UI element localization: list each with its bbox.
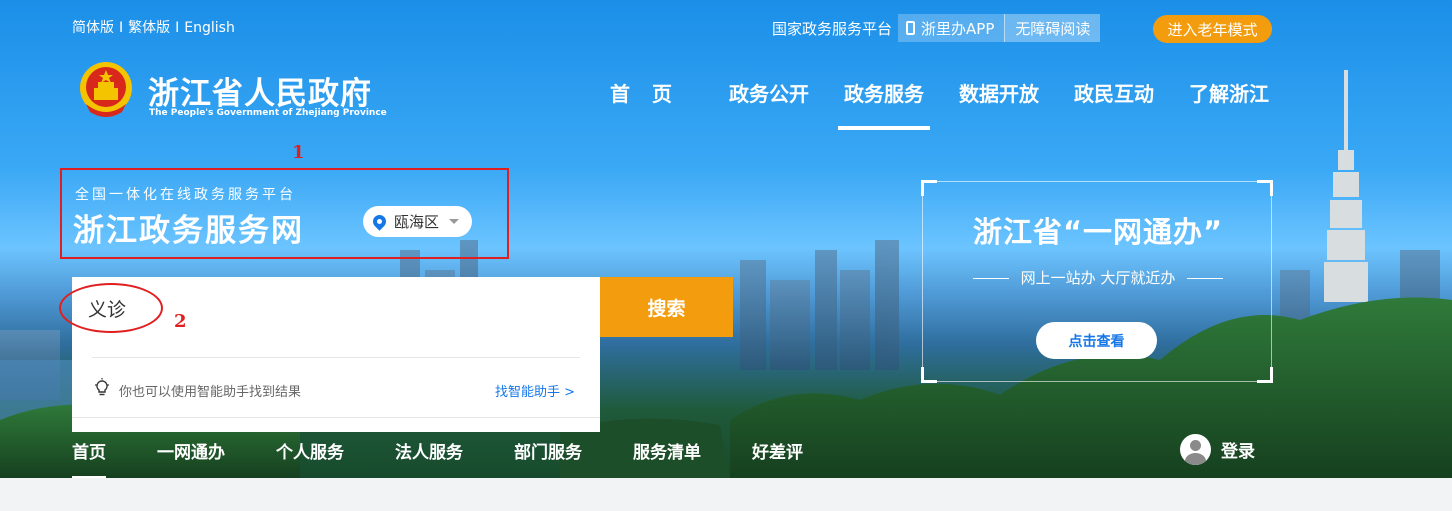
main-nav: 首页 政务公开 政务服务 数据开放 政民互动 了解浙江: [610, 78, 1304, 130]
lang-english[interactable]: English: [184, 20, 235, 36]
view-button[interactable]: 点击查看: [1036, 322, 1157, 359]
government-name-en: The People's Government of Zhejiang Prov…: [149, 108, 387, 118]
pagoda: [1324, 70, 1368, 302]
nav-home[interactable]: 首页: [610, 78, 694, 128]
nav-gov-services[interactable]: 政务服务: [838, 78, 930, 130]
card-corner: [921, 180, 937, 196]
find-assistant-link[interactable]: 找智能助手 >: [495, 381, 575, 400]
caret-down-icon: [449, 219, 460, 224]
language-switcher: 简体版 I 繁体版 I English: [72, 17, 235, 37]
nav-interaction[interactable]: 政民互动: [1074, 78, 1154, 128]
phone-icon: [906, 21, 916, 35]
hero-banner: 简体版 I 繁体版 I English 国家政务服务平台 浙里办APP 无障碍阅读 进入…: [0, 0, 1452, 478]
national-emblem-icon[interactable]: [78, 60, 134, 120]
annotation-label-2: 2: [174, 311, 187, 332]
region-selector[interactable]: 瓯海区: [363, 206, 472, 237]
tab-service-list[interactable]: 服务清单: [633, 438, 701, 478]
region-label: 瓯海区: [394, 213, 440, 231]
platform-title[interactable]: 浙江政务服务网: [73, 205, 304, 250]
tab-corporate-services[interactable]: 法人服务: [395, 438, 463, 478]
government-name[interactable]: 浙江省人民政府: [148, 68, 372, 113]
search-divider: [92, 357, 580, 358]
search-button[interactable]: 搜索: [600, 277, 733, 337]
top-right-links: 国家政务服务平台 浙里办APP 无障碍阅读: [772, 14, 1101, 42]
lang-separator: I: [119, 20, 124, 36]
service-nav: 首页 一网通办 个人服务 法人服务 部门服务 服务清单 好差评: [72, 438, 854, 478]
search-bottom-divider: [72, 417, 600, 418]
card-corner: [921, 367, 937, 383]
platform-subtitle: 全国一体化在线政务服务平台: [75, 187, 296, 203]
lang-traditional[interactable]: 繁体版: [128, 17, 170, 37]
location-pin-icon: [370, 212, 389, 231]
annotation-label-1: 1: [292, 142, 305, 163]
assistant-hint: 你也可以使用智能助手找到结果: [119, 385, 302, 400]
lightbulb-icon: [95, 378, 109, 396]
card-title: 浙江省“一网通办”: [972, 215, 1224, 249]
accessibility-button[interactable]: 无障碍阅读: [1004, 14, 1101, 42]
tab-department-services[interactable]: 部门服务: [514, 438, 582, 478]
user-avatar-icon: [1180, 434, 1211, 465]
tab-feedback[interactable]: 好差评: [752, 438, 803, 478]
annotation-circle-2: [59, 283, 163, 333]
tab-yiwang-tongban[interactable]: 一网通办: [157, 438, 225, 478]
nav-about-zhejiang[interactable]: 了解浙江: [1189, 78, 1269, 128]
tab-personal-services[interactable]: 个人服务: [276, 438, 344, 478]
nav-open-data[interactable]: 数据开放: [959, 78, 1039, 128]
card-corner: [1257, 367, 1273, 383]
nav-gov-affairs[interactable]: 政务公开: [729, 78, 809, 128]
login-label: 登录: [1221, 442, 1255, 462]
tab-home[interactable]: 首页: [72, 438, 106, 478]
yiwang-tongban-card: 浙江省“一网通办” 网上一站办 大厅就近办 点击查看: [921, 180, 1273, 383]
elder-mode-button[interactable]: 进入老年模式: [1153, 15, 1272, 43]
lang-separator: I: [175, 20, 180, 36]
card-corner: [1257, 180, 1273, 196]
app-button[interactable]: 浙里办APP: [898, 14, 1005, 42]
app-button-label: 浙里办APP: [921, 19, 995, 38]
lang-simplified[interactable]: 简体版: [72, 17, 114, 37]
card-subtitle: 网上一站办 大厅就近办: [923, 267, 1273, 288]
national-platform-link[interactable]: 国家政务服务平台: [772, 18, 892, 39]
login-button[interactable]: 登录: [1180, 434, 1255, 465]
